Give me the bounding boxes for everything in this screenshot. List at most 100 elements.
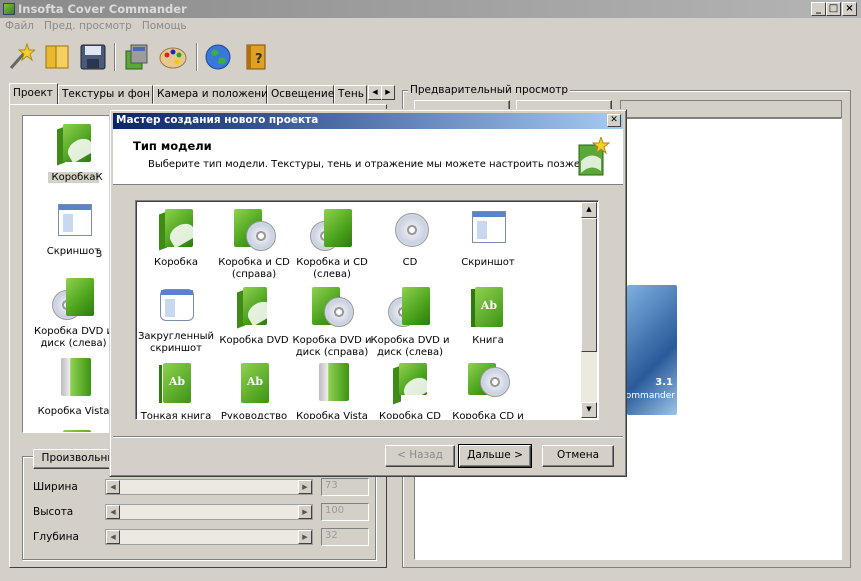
list-item[interactable]: Скриншот (448, 207, 528, 269)
box-dvd-icon (51, 276, 96, 320)
rounded-screenshot-icon (157, 285, 195, 325)
cancel-button[interactable]: Отмена (542, 445, 614, 467)
width-label: Ширина (33, 481, 78, 493)
preview-toolbar-field (620, 100, 842, 118)
box-icon (55, 122, 96, 166)
screenshot-icon (469, 207, 507, 247)
tab-scroll-left-button[interactable]: ◀ (368, 85, 382, 100)
list-item[interactable]: Коробка Vista (26, 356, 121, 418)
scroll-thumb[interactable] (581, 218, 597, 352)
model-type-list[interactable]: Коробка Коробка и CD (справа) Коробка и … (135, 200, 599, 420)
manual-icon: Ab (235, 361, 273, 405)
cd-icon (391, 207, 429, 251)
list-item[interactable]: Коробка (136, 207, 216, 269)
width-input[interactable]: 73 (321, 478, 369, 496)
vista-box-icon (313, 361, 351, 405)
list-item[interactable]: Коробка Vista (292, 361, 372, 419)
width-slider[interactable]: ◀ ▶ (105, 479, 313, 495)
list-item-partial: К (95, 172, 103, 183)
back-button[interactable]: < Назад (385, 445, 455, 467)
height-label: Высота (33, 506, 74, 518)
dialog-separator (113, 436, 623, 438)
list-item[interactable]: Коробка DVD и диск (справа) (292, 285, 372, 359)
thin-book-icon: Ab (157, 361, 195, 405)
dvd-box-cd-icon (310, 285, 354, 329)
palette-icon[interactable] (158, 42, 188, 72)
slider-right-arrow[interactable]: ▶ (298, 530, 312, 544)
list-item[interactable]: CD (370, 207, 450, 269)
dialog-header: Тип модели Выберите тип модели. Текстуры… (113, 129, 623, 185)
list-item[interactable] (26, 428, 121, 432)
next-button[interactable]: Дальше > (458, 444, 532, 468)
scroll-down-button[interactable]: ▼ (581, 402, 597, 418)
list-scrollbar[interactable]: ▲ ▼ (581, 202, 597, 418)
height-input[interactable]: 100 (321, 503, 369, 521)
box-cd-icon (310, 207, 354, 251)
preview-box-image: 3.1 ommander (626, 285, 677, 415)
tab-project[interactable]: Проект (9, 83, 58, 104)
toolbar: ? (0, 37, 861, 75)
box-icon (55, 428, 93, 432)
dialog-titlebar: Мастер создания нового проекта ✕ (113, 113, 623, 129)
box-icon (157, 207, 198, 251)
window-title: Insofta Cover Commander (18, 2, 187, 16)
app-icon (3, 3, 15, 15)
list-item[interactable]: Коробка и CD (справа) (214, 207, 294, 281)
maximize-button[interactable]: □ (826, 2, 841, 16)
list-item[interactable]: Скриншот (26, 200, 121, 258)
tab-textures[interactable]: Текстуры и фон (58, 85, 153, 104)
tab-camera[interactable]: Камера и положение (153, 85, 274, 104)
slider-left-arrow[interactable]: ◀ (106, 480, 120, 494)
open-folder-icon[interactable] (42, 42, 72, 72)
tab-lighting[interactable]: Освещение (267, 85, 334, 104)
menu-preview[interactable]: Пред. просмотр (39, 18, 137, 34)
dvd-box-icon (235, 285, 276, 329)
toolbar-separator (114, 43, 116, 71)
help-book-icon[interactable]: ? (241, 42, 271, 72)
window-titlebar: Insofta Cover Commander _ □ × (0, 0, 861, 18)
dialog-header-subtitle: Выберите тип модели. Текстуры, тень и от… (148, 159, 581, 170)
globe-icon[interactable] (203, 42, 233, 72)
close-button[interactable]: × (842, 2, 857, 16)
render-icon[interactable] (121, 42, 151, 72)
slider-left-arrow[interactable]: ◀ (106, 505, 120, 519)
book-icon: Ab (469, 285, 507, 329)
list-item[interactable]: Ab Тонкая книга (136, 361, 216, 419)
list-item[interactable]: Коробка DVD (214, 285, 294, 347)
svg-text:?: ? (255, 52, 263, 67)
minimize-button[interactable]: _ (811, 2, 826, 16)
dvd-box-cd-icon (388, 285, 432, 329)
slider-left-arrow[interactable]: ◀ (106, 530, 120, 544)
slider-right-arrow[interactable]: ▶ (298, 480, 312, 494)
tab-scroll-right-button[interactable]: ▶ (381, 85, 395, 100)
menu-file[interactable]: Файл (0, 18, 39, 34)
list-item[interactable]: Коробка DVD и диск (слева) (26, 276, 121, 350)
list-item[interactable]: Ab Книга (448, 285, 528, 347)
screenshot-icon (55, 200, 93, 240)
preview-label: Предварительный просмотр (408, 84, 571, 96)
list-item[interactable]: Ab Руководство (214, 361, 294, 419)
toolbar-separator (196, 43, 198, 71)
tab-shadow[interactable]: Тень (334, 85, 367, 104)
depth-input[interactable]: 32 (321, 528, 369, 546)
new-project-icon[interactable] (5, 42, 37, 72)
height-slider[interactable]: ◀ ▶ (105, 504, 313, 520)
list-item[interactable]: Коробка и CD (слева) (292, 207, 372, 281)
new-project-wizard-dialog: Мастер создания нового проекта ✕ Тип мод… (109, 109, 627, 477)
depth-slider[interactable]: ◀ ▶ (105, 529, 313, 545)
save-disk-icon[interactable] (78, 42, 108, 72)
list-item[interactable]: Коробка (26, 122, 121, 184)
list-item[interactable]: Коробка CD (370, 361, 450, 419)
scroll-up-button[interactable]: ▲ (581, 202, 597, 218)
slider-right-arrow[interactable]: ▶ (298, 505, 312, 519)
dialog-close-button[interactable]: ✕ (607, 114, 621, 127)
cd-box-icon (391, 361, 432, 405)
dialog-title: Мастер создания нового проекта (116, 114, 319, 126)
dialog-header-title: Тип модели (133, 139, 212, 153)
depth-label: Глубина (33, 531, 79, 543)
list-item[interactable]: Коробка DVD и диск (слева) (370, 285, 450, 359)
menu-help[interactable]: Помощь (137, 18, 192, 34)
list-item[interactable]: Коробка CD и (448, 361, 528, 419)
list-item[interactable]: Закругленный скриншот (136, 285, 216, 355)
cd-box-cd-icon (466, 361, 510, 405)
